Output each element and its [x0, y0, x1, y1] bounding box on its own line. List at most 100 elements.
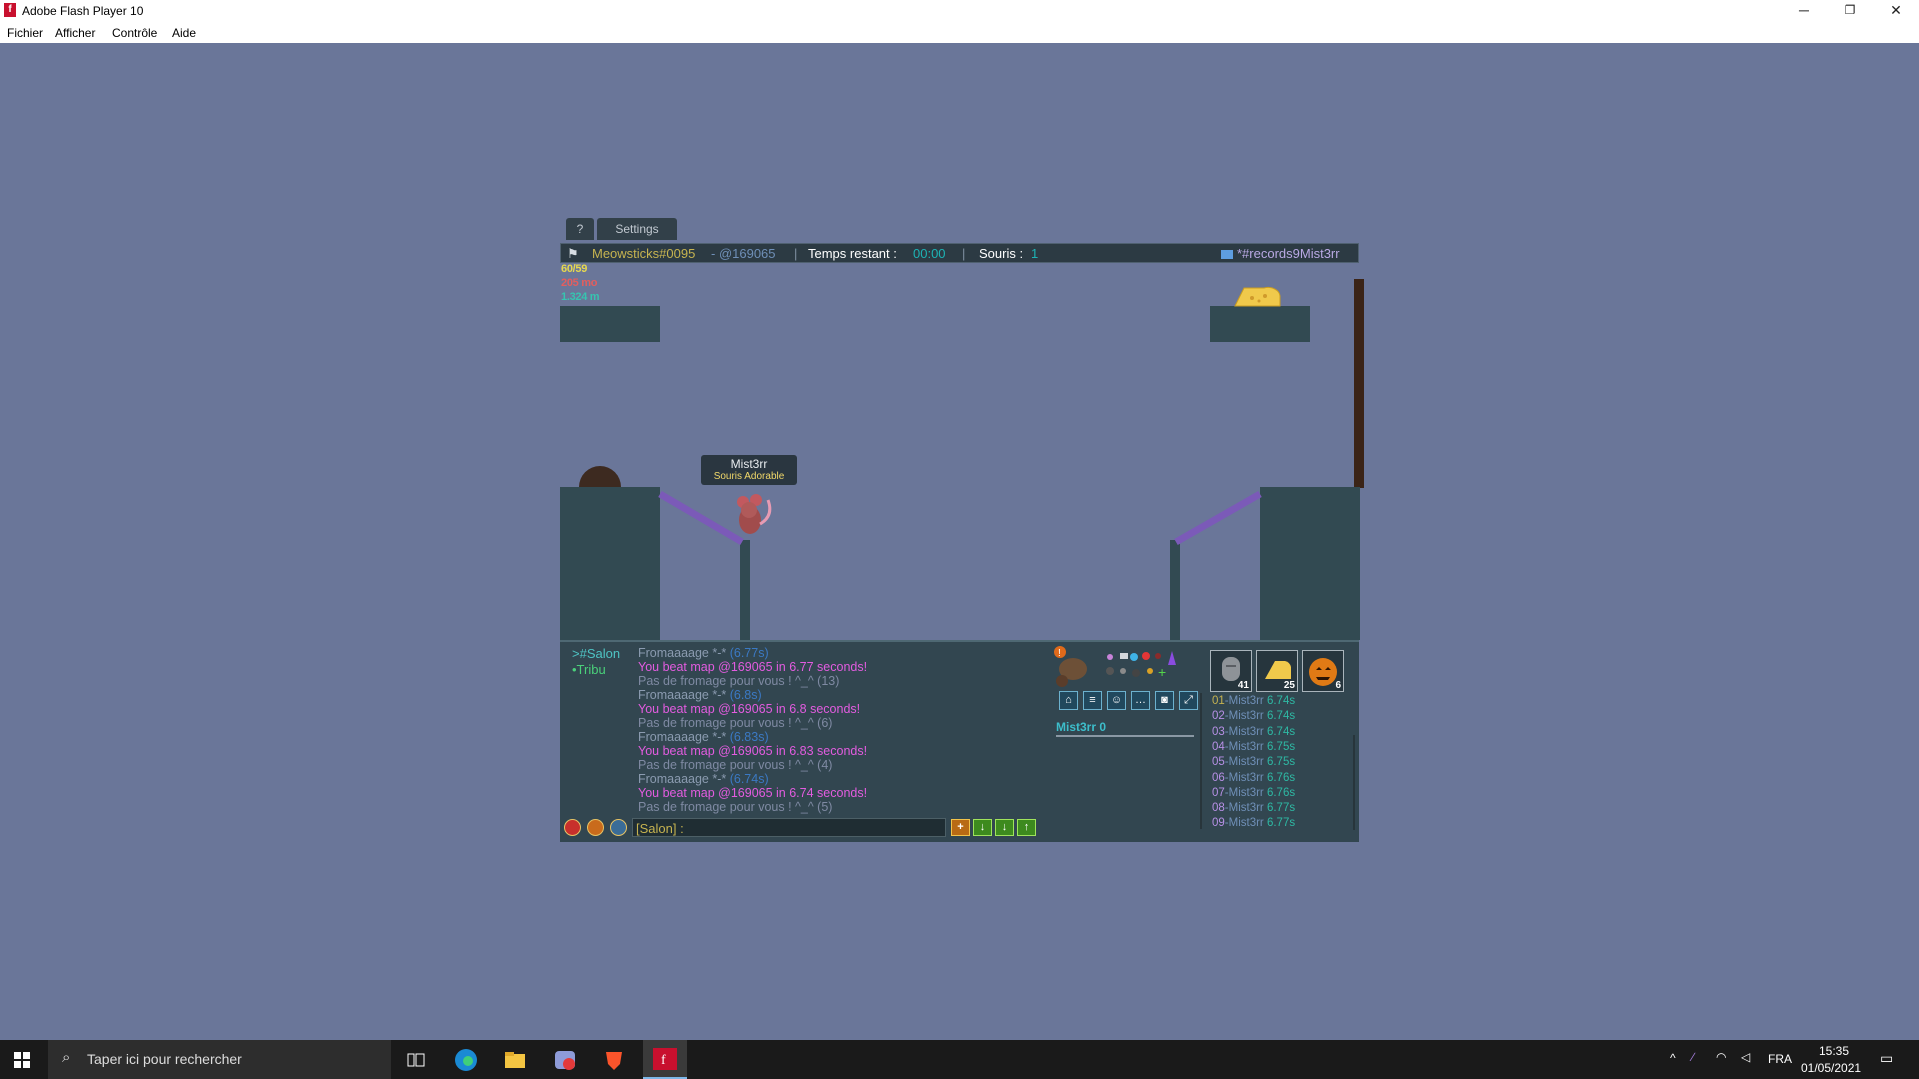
- panel-divider: [1200, 693, 1202, 829]
- ranking-player: -Mist3rr: [1224, 756, 1264, 769]
- file-explorer-icon[interactable]: [503, 1048, 527, 1072]
- ranking-position: 05: [1212, 756, 1225, 769]
- svg-text:f: f: [661, 1053, 666, 1068]
- task-view-icon[interactable]: [404, 1048, 428, 1072]
- ranking-row[interactable]: 05-Mist3rr 6.75s: [1212, 756, 1295, 768]
- shop-icon[interactable]: [610, 819, 627, 836]
- chat-line: You beat map @169065 in 6.77 seconds!: [638, 660, 867, 674]
- list-icon[interactable]: ≡: [1083, 691, 1102, 710]
- chat-line-time: (6.77s): [729, 646, 769, 660]
- ranking-time: 6.74s: [1263, 695, 1296, 707]
- taskbar-search[interactable]: ⌕ Taper ici pour rechercher: [48, 1040, 391, 1079]
- ranking-position: 07: [1212, 786, 1225, 799]
- ranking-player: -Mist3rr: [1224, 740, 1264, 753]
- chat-line-text: Fromaaaage *-*: [638, 646, 730, 660]
- ranking-row[interactable]: 09-Mist3rr 6.77s: [1212, 817, 1295, 829]
- ranking-position: 02: [1212, 710, 1225, 723]
- chat-line-text: You beat map @169065 in 6.74 seconds!: [638, 786, 868, 800]
- ranking-time: 6.76s: [1263, 786, 1296, 799]
- brave-icon[interactable]: [602, 1048, 626, 1072]
- ranking-player: -Mist3rr: [1224, 786, 1264, 799]
- player-badges: ! +: [1054, 646, 1176, 687]
- ranking-time: 6.74s: [1263, 725, 1296, 738]
- chat-line: Pas de fromage pour vous ! ^_^ (5): [638, 800, 832, 814]
- search-icon: ⌕: [62, 1049, 71, 1066]
- ranking-row[interactable]: 08-Mist3rr 6.77s: [1212, 802, 1295, 814]
- chat-line-time: (6.8s): [729, 688, 762, 702]
- ranking-position: 01: [1212, 695, 1225, 707]
- ranking-player: -Mist3rr: [1224, 725, 1264, 738]
- ranking-time: 6.77s: [1263, 802, 1296, 815]
- chat-line: Fromaaaage *-* (6.74s): [638, 772, 769, 786]
- speaker-icon[interactable]: ◁: [1741, 1050, 1750, 1064]
- map-decorations: [579, 287, 1281, 546]
- house-icon[interactable]: ⌂: [1059, 691, 1078, 710]
- tombstone-slot[interactable]: 41: [1210, 650, 1252, 692]
- nametag-name: Mist3rr: [730, 457, 768, 471]
- mouse-character-icon[interactable]: [737, 494, 772, 534]
- slope-right: [1174, 490, 1262, 546]
- ranking-time: 6.75s: [1263, 740, 1296, 753]
- tribe-icon[interactable]: [587, 819, 604, 836]
- slot-count: 41: [1237, 680, 1249, 691]
- chat-line-text: Pas de fromage pour vous ! ^_^ (13): [638, 674, 840, 688]
- chat-line-text: You beat map @169065 in 6.8 seconds!: [638, 702, 861, 716]
- ranking-row[interactable]: 01-Mist3rr 6.74s: [1212, 695, 1295, 707]
- clock-time[interactable]: 15:35: [1819, 1044, 1849, 1058]
- feather-icon[interactable]: ∕: [1692, 1050, 1694, 1064]
- ranking-row[interactable]: 04-Mist3rr 6.75s: [1212, 741, 1295, 753]
- flash-player-taskbar-button[interactable]: f: [643, 1040, 687, 1079]
- ranking-time: 6.76s: [1263, 771, 1296, 784]
- ranking-position: 09: [1212, 817, 1225, 830]
- chat-line-text: You beat map @169065 in 6.77 seconds!: [638, 660, 868, 674]
- wifi-icon[interactable]: ◠: [1716, 1050, 1726, 1064]
- chat-line-text: Pas de fromage pour vous ! ^_^ (4): [638, 758, 833, 772]
- chat-input[interactable]: [Salon] :: [632, 818, 946, 837]
- slot-count: 25: [1283, 680, 1295, 691]
- score-underline: [1056, 735, 1194, 737]
- chat-line: Fromaaaage *-* (6.77s): [638, 646, 769, 660]
- ranking-scrollbar[interactable]: [1353, 735, 1355, 830]
- channel-salon[interactable]: >#Salon: [572, 646, 620, 661]
- chat-line-time: (6.83s): [729, 730, 769, 744]
- edge-icon[interactable]: [454, 1048, 478, 1072]
- speech-bubble-icon[interactable]: …: [1131, 691, 1150, 710]
- chat-line: Fromaaaage *-* (6.8s): [638, 688, 762, 702]
- chat-line-text: Fromaaaage *-*: [638, 688, 730, 702]
- discord-app-icon[interactable]: [553, 1048, 577, 1072]
- ranking-player: -Mist3rr: [1224, 695, 1264, 707]
- ranking-row[interactable]: 06-Mist3rr 6.76s: [1212, 772, 1295, 784]
- channel-tribu[interactable]: •Tribu: [572, 662, 606, 677]
- chat-line-text: You beat map @169065 in 6.83 seconds!: [638, 744, 868, 758]
- arrow-down-alt-icon[interactable]: ↓: [995, 819, 1014, 836]
- arrow-down-icon[interactable]: ↓: [973, 819, 992, 836]
- ranking-position: 04: [1212, 740, 1225, 753]
- discord-icon[interactable]: ◙: [1155, 691, 1174, 710]
- notification-icon[interactable]: ▭: [1880, 1050, 1893, 1067]
- chat-line: Pas de fromage pour vous ! ^_^ (6): [638, 716, 832, 730]
- chat-line-time: (6.74s): [729, 772, 769, 786]
- player-score: Mist3rr 0: [1056, 720, 1107, 734]
- heart-icon[interactable]: [564, 819, 581, 836]
- windows-start-icon[interactable]: [14, 1052, 30, 1068]
- chevron-up-icon[interactable]: ^: [1670, 1051, 1676, 1065]
- friends-icon[interactable]: ☺: [1107, 691, 1126, 710]
- chat-line: Pas de fromage pour vous ! ^_^ (13): [638, 674, 839, 688]
- ranking-player: -Mist3rr: [1224, 710, 1264, 723]
- arrow-up-icon[interactable]: ↑: [1017, 819, 1036, 836]
- cheese-slot[interactable]: 25: [1256, 650, 1298, 692]
- clock-date[interactable]: 01/05/2021: [1801, 1061, 1861, 1075]
- language-indicator[interactable]: FRA: [1768, 1052, 1792, 1066]
- plus-icon[interactable]: +: [951, 819, 970, 836]
- cheese-icon: [1234, 287, 1281, 307]
- chat-line: You beat map @169065 in 6.8 seconds!: [638, 702, 860, 716]
- fullscreen-icon[interactable]: ⤢: [1179, 691, 1198, 710]
- ranking-row[interactable]: 02-Mist3rr 6.74s: [1212, 710, 1295, 722]
- slope-left: [658, 490, 744, 546]
- chat-line: You beat map @169065 in 6.74 seconds!: [638, 786, 867, 800]
- ranking-row[interactable]: 07-Mist3rr 6.76s: [1212, 787, 1295, 799]
- ranking-player: -Mist3rr: [1224, 802, 1264, 815]
- ranking-position: 03: [1212, 725, 1225, 738]
- pumpkin-slot[interactable]: 6: [1302, 650, 1344, 692]
- ranking-row[interactable]: 03-Mist3rr 6.74s: [1212, 726, 1295, 738]
